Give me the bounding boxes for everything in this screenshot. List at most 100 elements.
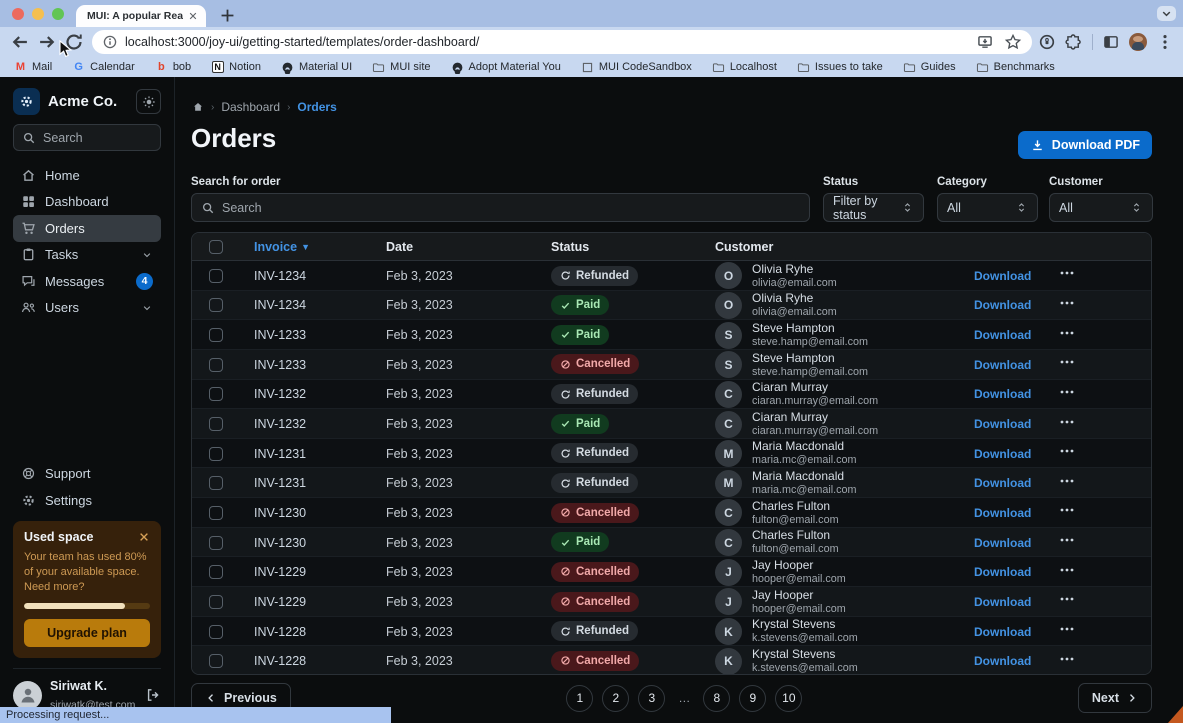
download-link[interactable]: Download xyxy=(974,654,1031,668)
bookmark-item[interactable]: MMail xyxy=(14,61,52,74)
install-app-icon[interactable] xyxy=(976,33,994,51)
row-checkbox[interactable] xyxy=(209,565,223,579)
page-button-2[interactable]: 2 xyxy=(602,685,629,712)
bookmark-item[interactable]: bbob xyxy=(155,61,191,74)
page-button-10[interactable]: 10 xyxy=(775,685,802,712)
sidebar-item-messages[interactable]: Messages 4 xyxy=(13,268,161,295)
row-checkbox[interactable] xyxy=(209,417,223,431)
home-icon[interactable] xyxy=(192,101,204,113)
download-link[interactable]: Download xyxy=(974,447,1031,461)
next-page-button[interactable]: Next xyxy=(1078,683,1152,713)
row-menu-button[interactable] xyxy=(1059,591,1075,607)
status-filter-select[interactable]: Filter by status xyxy=(823,193,924,222)
zoom-window-button[interactable] xyxy=(52,8,64,20)
row-checkbox[interactable] xyxy=(209,625,223,639)
bookmark-item[interactable]: MUI site xyxy=(372,61,430,74)
password-extension-icon[interactable] xyxy=(1038,33,1056,51)
bookmark-item[interactable]: Issues to take xyxy=(797,61,883,74)
download-pdf-button[interactable]: Download PDF xyxy=(1018,131,1152,159)
row-menu-button[interactable] xyxy=(1059,473,1075,489)
close-tab-icon[interactable] xyxy=(187,10,199,22)
theme-toggle-button[interactable] xyxy=(136,89,161,114)
row-checkbox[interactable] xyxy=(209,387,223,401)
sidebar-item-users[interactable]: Users xyxy=(13,295,161,322)
logout-icon[interactable] xyxy=(145,687,161,703)
row-checkbox[interactable] xyxy=(209,654,223,668)
row-checkbox[interactable] xyxy=(209,298,223,312)
download-link[interactable]: Download xyxy=(974,269,1031,283)
row-menu-button[interactable] xyxy=(1059,621,1075,637)
page-button-3[interactable]: 3 xyxy=(638,685,665,712)
download-link[interactable]: Download xyxy=(974,387,1031,401)
row-menu-button[interactable] xyxy=(1059,562,1075,578)
select-all-checkbox[interactable] xyxy=(209,240,223,254)
forward-button[interactable] xyxy=(36,31,58,53)
browser-profile-avatar[interactable] xyxy=(1129,33,1147,51)
bookmark-item[interactable]: Benchmarks xyxy=(976,61,1055,74)
download-link[interactable]: Download xyxy=(974,625,1031,639)
bookmark-item[interactable]: Localhost xyxy=(712,61,777,74)
category-filter-select[interactable]: All xyxy=(937,193,1038,222)
browser-tab[interactable]: MUI: A popular React UI fram xyxy=(76,5,206,27)
row-menu-button[interactable] xyxy=(1059,384,1075,400)
download-link[interactable]: Download xyxy=(974,358,1031,372)
new-tab-button[interactable] xyxy=(218,6,237,25)
sidebar-item-orders[interactable]: Orders xyxy=(13,215,161,242)
tab-overview-button[interactable] xyxy=(1157,6,1176,21)
download-link[interactable]: Download xyxy=(974,476,1031,490)
download-link[interactable]: Download xyxy=(974,565,1031,579)
bookmark-star-icon[interactable] xyxy=(1004,33,1022,51)
download-link[interactable]: Download xyxy=(974,536,1031,550)
row-menu-button[interactable] xyxy=(1059,502,1075,518)
row-menu-button[interactable] xyxy=(1059,414,1075,430)
sidebar-item-settings[interactable]: Settings xyxy=(13,487,161,514)
reload-button[interactable] xyxy=(63,31,85,53)
page-button-9[interactable]: 9 xyxy=(739,685,766,712)
page-button-1[interactable]: 1 xyxy=(566,685,593,712)
sidebar-search-input[interactable]: Search xyxy=(13,124,161,151)
bookmark-item[interactable]: Material UI xyxy=(281,61,352,74)
brand-logo[interactable] xyxy=(13,88,40,115)
row-checkbox[interactable] xyxy=(209,595,223,609)
sidebar-item-dashboard[interactable]: Dashboard xyxy=(13,189,161,216)
row-menu-button[interactable] xyxy=(1059,443,1075,459)
row-menu-button[interactable] xyxy=(1059,354,1075,370)
row-menu-button[interactable] xyxy=(1059,265,1075,281)
address-bar[interactable]: localhost:3000/joy-ui/getting-started/te… xyxy=(92,30,1032,54)
bookmark-item[interactable]: Adopt Material You xyxy=(451,61,561,74)
sidebar-item-home[interactable]: Home xyxy=(13,162,161,189)
order-search-input[interactable]: Search xyxy=(191,193,810,222)
sidebar-item-support[interactable]: Support xyxy=(13,460,161,487)
row-checkbox[interactable] xyxy=(209,447,223,461)
browser-menu-icon[interactable] xyxy=(1156,33,1174,51)
sidebar-item-tasks[interactable]: Tasks xyxy=(13,242,161,269)
bookmark-item[interactable]: Guides xyxy=(903,61,956,74)
row-checkbox[interactable] xyxy=(209,269,223,283)
extensions-puzzle-icon[interactable] xyxy=(1065,33,1083,51)
row-menu-button[interactable] xyxy=(1059,325,1075,341)
breadcrumb-orders[interactable]: Orders xyxy=(297,100,336,114)
download-link[interactable]: Download xyxy=(974,506,1031,520)
download-link[interactable]: Download xyxy=(974,298,1031,312)
customer-filter-select[interactable]: All xyxy=(1049,193,1153,222)
side-panel-icon[interactable] xyxy=(1102,33,1120,51)
close-icon[interactable] xyxy=(138,531,150,543)
row-menu-button[interactable] xyxy=(1059,651,1075,667)
row-checkbox[interactable] xyxy=(209,536,223,550)
bookmark-item[interactable]: GCalendar xyxy=(72,61,135,74)
bookmark-item[interactable]: NNotion xyxy=(211,61,261,74)
invoice-sort-header[interactable]: Invoice▼ xyxy=(240,240,372,254)
minimize-window-button[interactable] xyxy=(32,8,44,20)
row-checkbox[interactable] xyxy=(209,506,223,520)
row-checkbox[interactable] xyxy=(209,476,223,490)
row-menu-button[interactable] xyxy=(1059,532,1075,548)
close-window-button[interactable] xyxy=(12,8,24,20)
download-link[interactable]: Download xyxy=(974,328,1031,342)
download-link[interactable]: Download xyxy=(974,417,1031,431)
breadcrumb-dashboard[interactable]: Dashboard xyxy=(221,100,280,114)
row-checkbox[interactable] xyxy=(209,358,223,372)
page-button-8[interactable]: 8 xyxy=(703,685,730,712)
row-checkbox[interactable] xyxy=(209,328,223,342)
site-info-icon[interactable] xyxy=(102,34,118,50)
row-menu-button[interactable] xyxy=(1059,295,1075,311)
